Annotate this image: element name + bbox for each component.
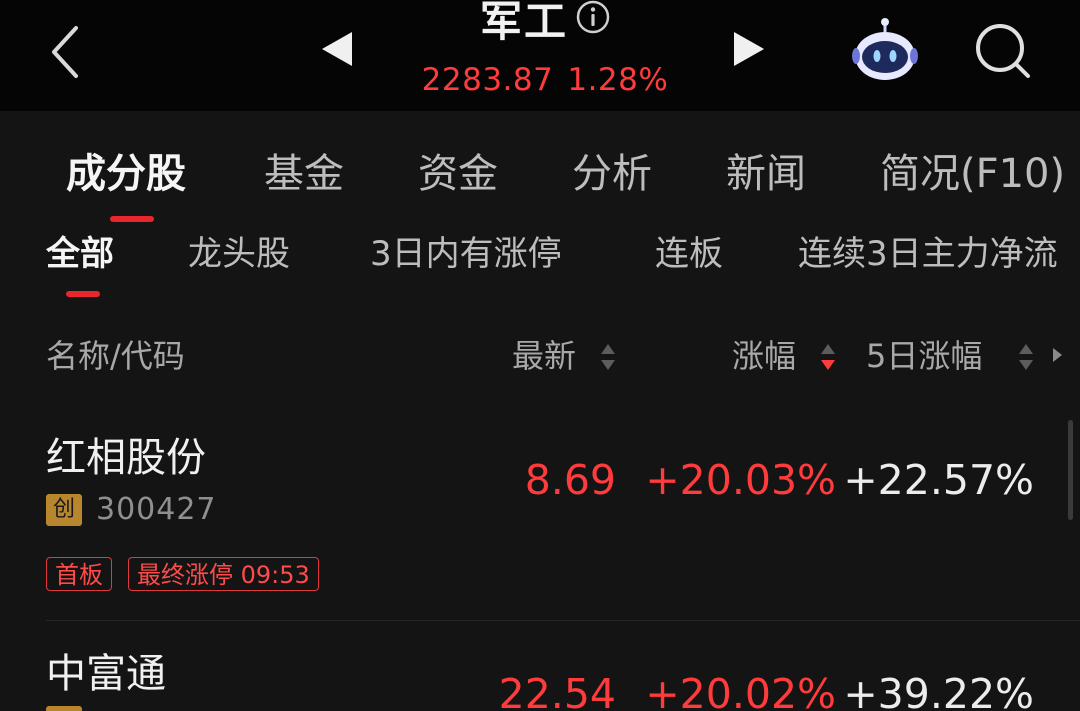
- robot-assistant-icon: [852, 18, 918, 80]
- tag-final-limit-up-time: 最终涨停 09:53: [128, 557, 319, 591]
- tab-funds[interactable]: 基金: [264, 140, 344, 208]
- triangle-left-icon: [322, 32, 352, 66]
- subtab-consecutive-boards[interactable]: 连板: [655, 226, 723, 282]
- index-change: 1.28%: [567, 62, 669, 98]
- table-header: 名称/代码 最新 涨幅 5日涨幅: [0, 330, 1080, 386]
- sort-arrows-icon[interactable]: [1018, 340, 1034, 374]
- board-badge: 创: [46, 494, 82, 526]
- sector-title-block: 军工 2283.87 1.28%: [380, 0, 710, 111]
- assistant-button[interactable]: [850, 16, 920, 82]
- index-value: 2283.87: [421, 62, 554, 98]
- main-tab-indicator: [110, 216, 154, 222]
- tab-constituents[interactable]: 成分股: [66, 140, 186, 208]
- col-five-day-change[interactable]: 5日涨幅: [866, 330, 982, 382]
- next-sector-button[interactable]: [732, 30, 768, 68]
- sector-title: 军工: [479, 0, 568, 46]
- sort-desc-icon[interactable]: [820, 340, 836, 374]
- tab-analysis[interactable]: 分析: [572, 140, 652, 208]
- prev-sector-button[interactable]: [318, 30, 354, 68]
- back-button[interactable]: [44, 22, 88, 82]
- stock-name: 中富通: [46, 651, 166, 697]
- tab-profile-f10[interactable]: 简况(F10): [880, 140, 1065, 208]
- stock-code: 300427: [96, 492, 217, 527]
- subtab-limit-up-3d[interactable]: 3日内有涨停: [370, 226, 562, 282]
- search-icon: [976, 24, 1030, 78]
- main-tab-bar: 成分股 基金 资金 分析 新闻 简况(F10): [0, 140, 1080, 220]
- subtab-leaders[interactable]: 龙头股: [188, 226, 290, 282]
- change-percent: +20.03%: [645, 456, 836, 504]
- col-latest[interactable]: 最新: [512, 330, 576, 382]
- top-bar: 军工 2283.87 1.28%: [0, 0, 1080, 111]
- stock-sector-page: 军工 2283.87 1.28% 成分股 基金 资金 分析 新闻 简况(F10)…: [0, 0, 1080, 711]
- change-percent: +20.02%: [645, 670, 836, 711]
- sub-tab-bar: 全部 龙头股 3日内有涨停 连板 连续3日主力净流: [0, 226, 1080, 286]
- tab-capital[interactable]: 资金: [418, 140, 498, 208]
- subtab-all[interactable]: 全部: [46, 226, 114, 282]
- col-name-code: 名称/代码: [46, 337, 185, 375]
- more-columns-icon[interactable]: [1050, 345, 1064, 365]
- info-icon[interactable]: [576, 0, 610, 34]
- tab-news[interactable]: 新闻: [726, 140, 806, 208]
- five-day-change: +39.22%: [843, 670, 1034, 711]
- board-badge: [46, 706, 82, 711]
- latest-price: 8.69: [524, 456, 616, 504]
- chevron-left-icon: [52, 26, 78, 78]
- sector-index: 2283.87 1.28%: [380, 60, 710, 100]
- stock-name: 红相股份: [46, 435, 206, 481]
- subtab-net-inflow-3d[interactable]: 连续3日主力净流: [798, 226, 1058, 282]
- triangle-right-icon: [734, 32, 764, 66]
- latest-price: 22.54: [498, 670, 616, 711]
- scrollbar[interactable]: [1068, 420, 1073, 520]
- search-button[interactable]: [972, 20, 1034, 82]
- row-divider: [46, 620, 1080, 621]
- sort-arrows-icon[interactable]: [600, 340, 616, 374]
- tag-first-board: 首板: [46, 557, 112, 591]
- sub-tab-indicator: [66, 291, 100, 297]
- five-day-change: +22.57%: [843, 456, 1034, 504]
- col-change[interactable]: 涨幅: [732, 330, 796, 382]
